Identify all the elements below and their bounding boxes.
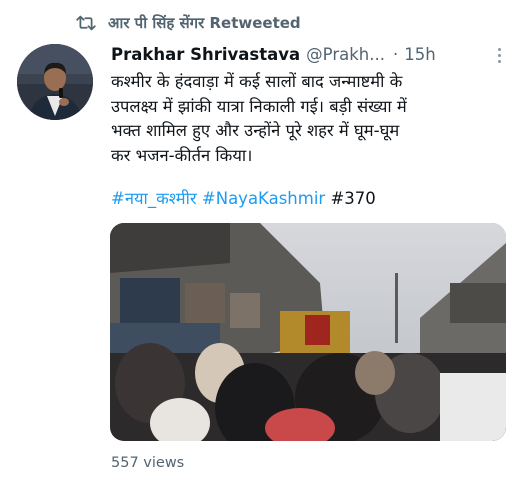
tweet-text: कश्मीर के हंदवाड़ा में कई सालों बाद जन्म… — [111, 70, 506, 168]
tweet-media-video[interactable] — [110, 223, 506, 441]
avatar[interactable] — [17, 44, 93, 120]
hashtag-link[interactable]: #नया_कश्मीर — [111, 189, 197, 208]
tweet-text-line: कर भजन-कीर्तन किया। — [111, 145, 253, 165]
more-options-icon[interactable] — [494, 44, 504, 66]
view-count: 557 views — [111, 455, 185, 471]
tweet-text-line: भक्त शामिल हुए और उन्होंने पूरे शहर में … — [111, 121, 400, 140]
tweet-hashtags: #नया_कश्मीर #NayaKashmir #370 — [111, 187, 506, 211]
separator-dot: · — [392, 44, 399, 64]
tweet-text-line: उपलक्ष्य में झांकी यात्रा निकाली गई। बड़… — [111, 96, 407, 116]
tweet-timestamp[interactable]: 15h — [404, 45, 435, 64]
tweet-header: Prakhar Shrivastava @Prakh... · 15h — [111, 42, 508, 66]
retweet-indicator[interactable]: आर पी सिंह सेंगर Retweeted — [76, 12, 301, 34]
hashtag-text: #370 — [330, 189, 376, 208]
author-name[interactable]: Prakhar Shrivastava — [111, 45, 300, 64]
retweet-icon — [76, 15, 96, 31]
hashtag-link[interactable]: #NayaKashmir — [202, 189, 325, 208]
retweet-label: आर पी सिंह सेंगर Retweeted — [108, 14, 301, 32]
tweet-text-line: कश्मीर के हंदवाड़ा में कई सालों बाद जन्म… — [111, 72, 403, 91]
author-handle[interactable]: @Prakh... — [306, 45, 385, 64]
